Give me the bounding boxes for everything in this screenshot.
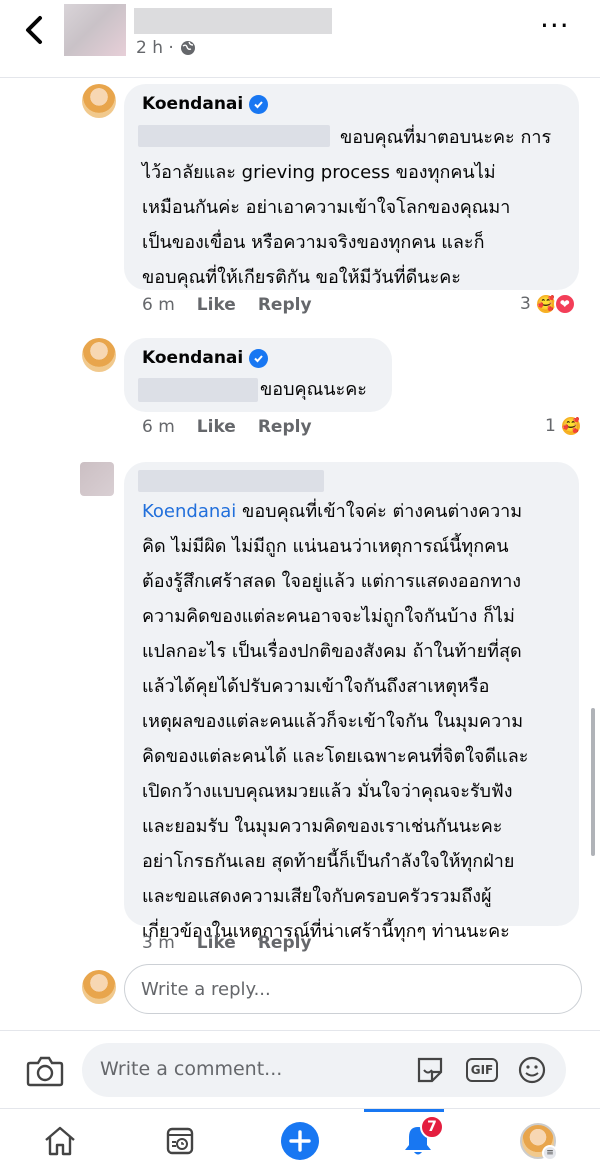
comment-input[interactable]: Write a comment... GIF [82, 1043, 566, 1097]
like-button[interactable]: Like [197, 933, 236, 953]
reactions-summary[interactable]: 1 🥰 [545, 415, 582, 437]
more-options-button[interactable]: ··· [540, 12, 570, 40]
menu-lines-icon: ≡ [542, 1145, 558, 1161]
commenter-name[interactable]: Koendanai [142, 94, 269, 114]
reply-button[interactable]: Reply [258, 417, 312, 437]
emoji-icon [518, 1056, 546, 1084]
tab-menu-profile[interactable]: ≡ [518, 1121, 558, 1161]
tab-watch[interactable] [160, 1121, 200, 1161]
home-icon [45, 1126, 75, 1156]
verified-badge-icon [249, 94, 269, 114]
mention-blurred[interactable] [138, 125, 330, 147]
comment-bubble: Koendanai ขอบคุณที่เข้าใจค่ะ ต่างคนต่างค… [124, 462, 579, 942]
reaction-count: 3 [520, 294, 531, 314]
comment-actions: 6 m Like Reply [142, 417, 312, 437]
avatar[interactable] [82, 338, 116, 372]
care-reaction-icon: 🥰 [559, 415, 582, 437]
comment-time: 3 m [142, 933, 175, 953]
comment-text-line-1: ขอบคุณที่มาตอบนะคะ การ [340, 127, 552, 148]
comment-actions: 3 m Like Reply [142, 933, 312, 953]
avatar[interactable] [82, 84, 116, 118]
tab-notifications[interactable]: 7 [398, 1115, 444, 1161]
sticker-button[interactable] [414, 1055, 446, 1085]
like-button[interactable]: Like [197, 295, 236, 315]
commenter-name-text: Koendanai [142, 94, 244, 114]
scrollbar-thumb[interactable] [591, 708, 595, 856]
tab-create[interactable] [280, 1121, 320, 1161]
comment-text: คิด ไม่มีผิด ไม่มีถูก แน่นอนว่าเหตุการณ์… [142, 536, 529, 942]
reply-placeholder: Write a reply... [141, 978, 271, 1000]
mention-blurred[interactable] [138, 378, 258, 402]
love-reaction-icon: ❤ [553, 293, 576, 315]
comment-bubble: Koendanai ขอบคุณที่มาตอบนะคะ การ ไว้อาลั… [124, 84, 579, 290]
tab-home[interactable] [40, 1121, 80, 1161]
post-meta: 2 h · [136, 38, 196, 58]
poster-avatar-blurred[interactable] [64, 4, 126, 56]
comment-placeholder: Write a comment... [100, 1058, 283, 1080]
active-tab-indicator [364, 1109, 444, 1112]
mention-link[interactable]: Koendanai [142, 501, 236, 522]
reply-button[interactable]: Reply [258, 933, 312, 953]
comment-time: 6 m [142, 295, 175, 315]
camera-button[interactable] [26, 1055, 64, 1087]
reply-input[interactable]: Write a reply... [124, 964, 582, 1014]
chevron-left-icon [26, 16, 42, 44]
comment-text: ไว้อาลัยและ grieving process ของทุกคนไม่… [142, 162, 511, 288]
sticker-icon [417, 1057, 443, 1083]
notification-badge: 7 [420, 1115, 444, 1139]
back-button[interactable] [18, 14, 50, 46]
reactions-summary[interactable]: 3 🥰 ❤ [520, 293, 576, 315]
my-avatar [82, 970, 116, 1004]
camera-icon [26, 1056, 64, 1087]
avatar-blurred[interactable] [80, 462, 114, 496]
verified-badge-icon [249, 348, 269, 368]
post-time: 2 h · [136, 38, 174, 58]
comment-text-line-1: Koendanai ขอบคุณที่เข้าใจค่ะ ต่างคนต่างค… [142, 494, 522, 529]
video-feed-icon [166, 1127, 194, 1155]
comment-text-first: ขอบคุณที่เข้าใจค่ะ ต่างคนต่างความ [236, 501, 523, 522]
reply-button[interactable]: Reply [258, 295, 312, 315]
reaction-count: 1 [545, 416, 556, 436]
gif-button[interactable]: GIF [466, 1055, 498, 1085]
comment-time: 6 m [142, 417, 175, 437]
comment-bubble: Koendanai ขอบคุณนะคะ [124, 338, 392, 412]
emoji-button[interactable] [516, 1055, 548, 1085]
bottom-tab-bar: 7 ≡ [0, 1108, 600, 1172]
commenter-name-blurred[interactable] [138, 470, 324, 492]
globe-icon [180, 41, 195, 55]
comment-composer: Write a comment... GIF [0, 1030, 600, 1108]
profile-avatar: ≡ [520, 1123, 558, 1161]
commenter-name-text: Koendanai [142, 348, 244, 368]
like-button[interactable]: Like [197, 417, 236, 437]
gif-icon: GIF [466, 1058, 498, 1082]
commenter-name[interactable]: Koendanai [142, 348, 269, 368]
poster-name-blurred[interactable] [134, 8, 332, 34]
comment-text: ขอบคุณนะคะ [260, 379, 367, 400]
plus-icon [281, 1122, 319, 1160]
post-header: 2 h · ··· [0, 0, 600, 78]
comment-actions: 6 m Like Reply [142, 295, 312, 315]
